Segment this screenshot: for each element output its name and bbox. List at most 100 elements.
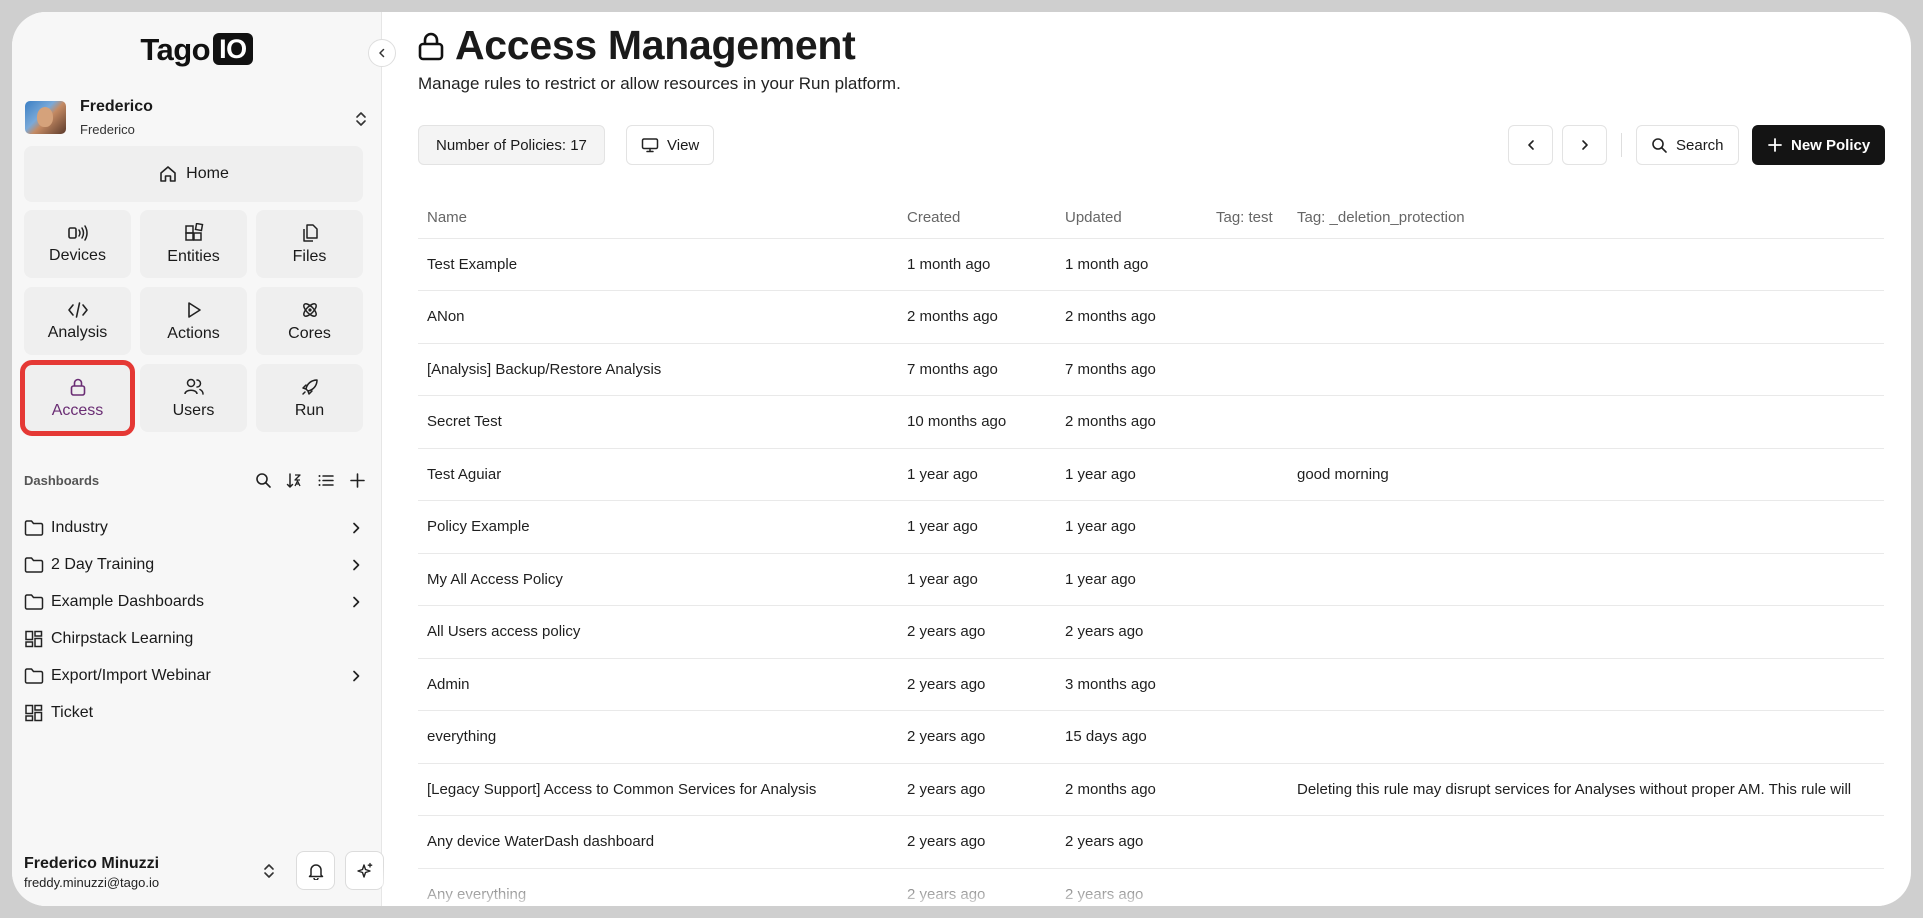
- cell-created: 2 years ago: [898, 763, 1056, 816]
- cell-name: All Users access policy: [418, 605, 898, 659]
- cell-name: Test Example: [418, 238, 898, 291]
- table-row[interactable]: Test Example 1 month ago 1 month ago: [418, 238, 1884, 291]
- table-header-row: Name Created Updated Tag: test Tag: _del…: [418, 198, 1884, 239]
- folder-icon: [24, 556, 44, 574]
- column-header-tag-test[interactable]: Tag: test: [1207, 198, 1288, 239]
- nav-files[interactable]: Files: [256, 210, 363, 278]
- cell-tag-deletion-protection: [1288, 290, 1884, 344]
- ai-assistant-button[interactable]: [345, 851, 384, 890]
- list-icon[interactable]: [317, 472, 335, 489]
- dashboards-header: Dashboards: [24, 467, 366, 493]
- cell-updated: 2 months ago: [1056, 395, 1207, 449]
- cell-name: [Legacy Support] Access to Common Servic…: [418, 763, 898, 816]
- nav-run[interactable]: Run: [256, 364, 363, 432]
- chevron-right-icon[interactable]: [350, 595, 362, 609]
- table-row[interactable]: everything 2 years ago 15 days ago: [418, 710, 1884, 764]
- view-button[interactable]: View: [626, 125, 715, 165]
- cell-created: 2 years ago: [898, 868, 1056, 906]
- dashboard-item[interactable]: 2 Day Training: [24, 546, 368, 583]
- cell-created: 7 months ago: [898, 343, 1056, 396]
- divider: [1621, 133, 1622, 157]
- nav-devices[interactable]: Devices: [24, 210, 131, 278]
- cell-updated: 2 years ago: [1056, 868, 1207, 906]
- sidebar: TagoIO Frederico Frederico Home Devices: [12, 12, 384, 906]
- column-header-updated[interactable]: Updated: [1056, 198, 1207, 239]
- tago-logo[interactable]: Tago IO: [12, 32, 381, 68]
- table-row[interactable]: Admin 2 years ago 3 months ago: [418, 658, 1884, 711]
- plus-icon[interactable]: [349, 472, 366, 489]
- cell-tag-test: [1207, 500, 1288, 554]
- page-title: Access Management: [417, 22, 856, 69]
- table-row[interactable]: Any everything 2 years ago 2 years ago: [418, 868, 1884, 906]
- chevron-right-icon[interactable]: [350, 521, 362, 535]
- new-policy-button[interactable]: New Policy: [1752, 125, 1886, 165]
- column-header-created[interactable]: Created: [898, 198, 1056, 239]
- nav-analysis[interactable]: Analysis: [24, 287, 131, 355]
- cell-name: My All Access Policy: [418, 553, 898, 606]
- profile-name: Frederico: [80, 97, 153, 115]
- cell-tag-deletion-protection: [1288, 238, 1884, 291]
- column-header-name[interactable]: Name: [418, 198, 898, 239]
- table-row[interactable]: [Legacy Support] Access to Common Servic…: [418, 763, 1884, 816]
- dashboard-item[interactable]: Chirpstack Learning: [24, 620, 368, 657]
- policy-count-badge: Number of Policies: 17: [418, 125, 605, 165]
- sort-icon[interactable]: [286, 472, 303, 489]
- chevron-up-down-icon[interactable]: [354, 110, 368, 128]
- cell-tag-deletion-protection: [1288, 500, 1884, 554]
- app-window: TagoIO Frederico Frederico Home Devices: [12, 12, 1911, 906]
- cell-created: 1 year ago: [898, 553, 1056, 606]
- nav-label: Files: [292, 247, 327, 265]
- collapse-sidebar-button[interactable]: [368, 39, 396, 67]
- dashboard-item-label: Chirpstack Learning: [51, 629, 194, 647]
- profile-subtitle: Frederico: [80, 121, 135, 137]
- table-row[interactable]: [Analysis] Backup/Restore Analysis 7 mont…: [418, 343, 1884, 396]
- bell-icon: [307, 862, 325, 880]
- cell-name: Policy Example: [418, 500, 898, 554]
- dashboard-item[interactable]: Export/Import Webinar: [24, 657, 368, 694]
- notifications-button[interactable]: [296, 851, 335, 890]
- home-button[interactable]: Home: [24, 146, 363, 202]
- search-icon[interactable]: [255, 472, 272, 489]
- chevron-right-icon[interactable]: [350, 669, 362, 683]
- table-row[interactable]: ANon 2 months ago 2 months ago: [418, 290, 1884, 344]
- table-row[interactable]: Test Aguiar 1 year ago 1 year ago good morn…: [418, 448, 1884, 501]
- cell-name: Any device WaterDash dashboard: [418, 815, 898, 869]
- devices-icon: [67, 224, 89, 242]
- chevron-right-icon[interactable]: [350, 558, 362, 572]
- dashboard-item[interactable]: Industry: [24, 509, 368, 546]
- prev-page-button[interactable]: [1508, 125, 1553, 165]
- cell-tag-deletion-protection: [1288, 868, 1884, 906]
- profile-switcher[interactable]: Frederico Frederico: [24, 90, 376, 144]
- cell-tag-deletion-protection: [1288, 658, 1884, 711]
- logo-badge: IO: [213, 33, 253, 65]
- dashboard-item[interactable]: Example Dashboards: [24, 583, 368, 620]
- dashboard-item[interactable]: Ticket: [24, 694, 368, 731]
- dashboard-list: Industry 2 Day Training Example Dashboards…: [24, 509, 368, 731]
- table-row[interactable]: Policy Example 1 year ago 1 year ago: [418, 500, 1884, 554]
- lock-icon: [417, 31, 445, 61]
- user-email: freddy.minuzzi@tago.io: [24, 874, 160, 890]
- next-page-button[interactable]: [1562, 125, 1607, 165]
- nav-entities[interactable]: Entities: [140, 210, 247, 278]
- search-button[interactable]: Search: [1636, 125, 1739, 165]
- nav-users[interactable]: Users: [140, 364, 247, 432]
- table-row[interactable]: All Users access policy 2 years ago 2 year…: [418, 605, 1884, 659]
- nav-cores[interactable]: Cores: [256, 287, 363, 355]
- cell-name: [Analysis] Backup/Restore Analysis: [418, 343, 898, 396]
- table-row[interactable]: My All Access Policy 1 year ago 1 year ago: [418, 553, 1884, 606]
- nav-label: Analysis: [47, 323, 108, 341]
- cell-updated: 1 year ago: [1056, 553, 1207, 606]
- cell-updated: 15 days ago: [1056, 710, 1207, 764]
- table-row[interactable]: Secret Test 10 months ago 2 months ago: [418, 395, 1884, 449]
- cell-created: 1 month ago: [898, 238, 1056, 291]
- cell-tag-test: [1207, 658, 1288, 711]
- chevron-up-down-icon[interactable]: [262, 862, 276, 880]
- avatar: [25, 100, 66, 134]
- nav-access[interactable]: Access: [20, 360, 135, 436]
- cell-created: 10 months ago: [898, 395, 1056, 449]
- nav-actions[interactable]: Actions: [140, 287, 247, 355]
- rocket-icon: [300, 377, 320, 397]
- column-header-tag-deletion-protection[interactable]: Tag: _deletion_protection: [1288, 198, 1884, 239]
- table-row[interactable]: Any device WaterDash dashboard 2 years ag…: [418, 815, 1884, 869]
- chevron-left-icon: [376, 47, 388, 59]
